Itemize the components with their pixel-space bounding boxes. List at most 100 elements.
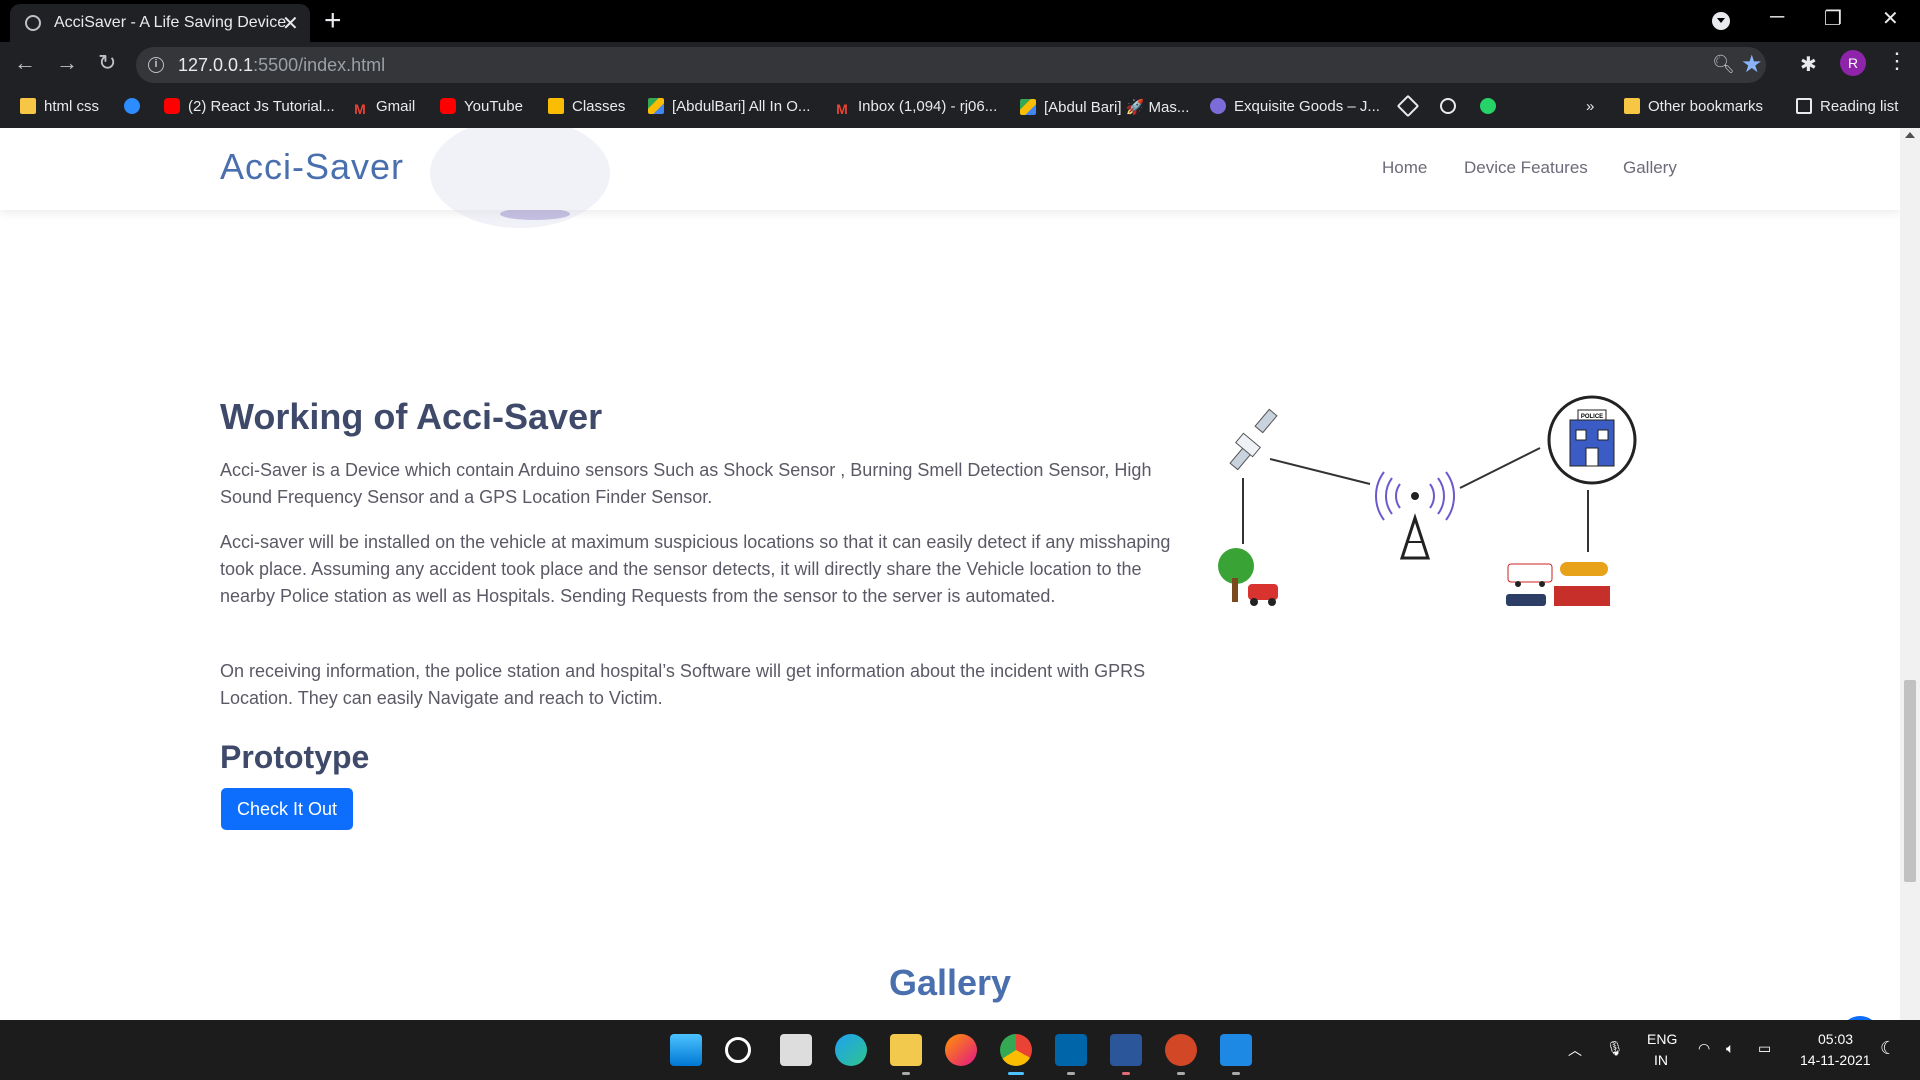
chrome-icon[interactable] bbox=[1000, 1034, 1032, 1066]
page-viewport: Acci-Saver Home Device Features Gallery … bbox=[0, 128, 1900, 1020]
edge-icon[interactable] bbox=[835, 1034, 867, 1066]
address-bar[interactable]: i 127.0.0.1:5500/index.html 🔍︎ ★ bbox=[136, 47, 1766, 83]
bookmarks-overflow-button[interactable]: » bbox=[1586, 98, 1594, 115]
volume-icon[interactable]: 🔈︎ bbox=[1726, 1040, 1734, 1057]
folder-icon bbox=[1624, 98, 1640, 114]
bookmark-item[interactable]: M Gmail bbox=[352, 98, 415, 117]
tray-chevron-icon[interactable]: ︿ bbox=[1568, 1040, 1582, 1060]
running-indicator bbox=[902, 1072, 910, 1075]
hero-decoration bbox=[430, 128, 610, 228]
taskbar: ︿ 🎙︎ ENG IN ◠ 🔈︎ ▭ 05:03 14-11-2021 ☾ bbox=[0, 1020, 1920, 1080]
reading-list[interactable]: Reading list bbox=[1796, 98, 1898, 115]
browser-toolbar: ← → ↻ i 127.0.0.1:5500/index.html 🔍︎ ★ ✱… bbox=[0, 42, 1920, 88]
nav-home[interactable]: Home bbox=[1382, 158, 1427, 178]
zoom-icon[interactable]: 🔍︎ bbox=[1712, 54, 1735, 75]
browser-menu-icon[interactable]: ⋮ bbox=[1886, 48, 1908, 74]
browser-tab[interactable]: AcciSaver - A Life Saving Device ✕ bbox=[10, 4, 310, 42]
bookmark-item[interactable]: Exquisite Goods – J... bbox=[1210, 98, 1380, 115]
other-bookmarks[interactable]: Other bookmarks bbox=[1624, 98, 1763, 115]
active-indicator bbox=[1008, 1072, 1024, 1075]
bookmark-item[interactable] bbox=[124, 98, 148, 115]
file-explorer-icon[interactable] bbox=[890, 1034, 922, 1066]
notifications-icon[interactable]: ☾ bbox=[1880, 1038, 1896, 1059]
bookmark-item[interactable]: YouTube bbox=[440, 98, 523, 115]
accident-scene-icon bbox=[1218, 548, 1278, 606]
bookmarks-bar: html css (2) React Js Tutorial... M Gmail… bbox=[0, 88, 1920, 128]
bookmark-item[interactable] bbox=[1396, 94, 1424, 118]
scroll-thumb[interactable] bbox=[1904, 680, 1916, 882]
bookmark-star-icon[interactable]: ★ bbox=[1741, 50, 1763, 79]
powerpoint-icon[interactable] bbox=[1165, 1034, 1197, 1066]
youtube-icon bbox=[440, 98, 456, 114]
scroll-up-icon[interactable] bbox=[1905, 132, 1915, 138]
wifi-icon[interactable]: ◠ bbox=[1698, 1040, 1710, 1057]
brain-icon bbox=[1210, 98, 1226, 114]
section-title: Working of Acci-Saver bbox=[220, 396, 603, 437]
nav-gallery[interactable]: Gallery bbox=[1623, 158, 1677, 178]
firefox-icon[interactable] bbox=[945, 1034, 977, 1066]
window-close-icon[interactable]: ✕ bbox=[1882, 6, 1899, 31]
diamond-icon bbox=[1396, 94, 1420, 118]
tab-title: AcciSaver - A Life Saving Device bbox=[54, 14, 287, 31]
reading-list-icon bbox=[1796, 98, 1812, 114]
drive-icon bbox=[648, 98, 664, 114]
cloud-icon bbox=[1440, 98, 1456, 114]
search-icon[interactable] bbox=[725, 1037, 751, 1063]
bookmark-item[interactable]: [Abdul Bari] 🚀 Mas... bbox=[1020, 98, 1189, 116]
site-navbar: Acci-Saver Home Device Features Gallery bbox=[0, 128, 1900, 228]
photos-icon[interactable] bbox=[1220, 1034, 1252, 1066]
code-icon bbox=[124, 98, 140, 114]
bookmark-item[interactable]: html css bbox=[20, 98, 99, 115]
profile-avatar[interactable]: R bbox=[1840, 50, 1866, 76]
nav-device-features[interactable]: Device Features bbox=[1464, 158, 1588, 178]
gallery-title: Gallery bbox=[888, 962, 1012, 1003]
prototype-title: Prototype bbox=[220, 739, 370, 775]
running-indicator bbox=[1232, 1072, 1240, 1075]
police-label: POLICE bbox=[1581, 414, 1603, 420]
new-tab-button[interactable]: + bbox=[324, 4, 342, 38]
drive-icon bbox=[1020, 99, 1036, 115]
extensions-icon[interactable]: ✱ bbox=[1800, 52, 1817, 77]
close-tab-icon[interactable]: ✕ bbox=[282, 11, 299, 36]
site-brand[interactable]: Acci-Saver bbox=[220, 146, 404, 188]
paragraph: Acci-Saver is a Device which contain Ard… bbox=[220, 460, 1152, 507]
reload-icon[interactable]: ↻ bbox=[98, 50, 116, 76]
page-scrollbar[interactable] bbox=[1900, 128, 1920, 1020]
bookmark-item[interactable] bbox=[1480, 98, 1504, 115]
folder-icon bbox=[20, 98, 36, 114]
bookmark-item[interactable]: M Inbox (1,094) - rj06... bbox=[834, 98, 997, 117]
paragraph: Acci-saver will be installed on the vehi… bbox=[220, 532, 1171, 606]
tab-search-icon[interactable] bbox=[1712, 12, 1730, 30]
check-it-out-button[interactable]: Check It Out bbox=[221, 788, 353, 830]
globe-icon bbox=[25, 15, 41, 31]
bookmark-item[interactable]: [AbdulBari] All In O... bbox=[648, 98, 810, 115]
info-icon[interactable]: i bbox=[148, 57, 164, 73]
clock-time[interactable]: 05:03 bbox=[1818, 1031, 1853, 1047]
bookmark-item[interactable]: (2) React Js Tutorial... bbox=[164, 98, 335, 115]
minimize-icon[interactable]: ─ bbox=[1770, 6, 1784, 29]
language-bottom[interactable]: IN bbox=[1654, 1052, 1668, 1068]
back-icon[interactable]: ← bbox=[14, 50, 36, 76]
satellite-icon bbox=[1229, 408, 1278, 471]
bookmark-item[interactable]: Classes bbox=[548, 98, 625, 115]
url-text[interactable]: 127.0.0.1:5500/index.html bbox=[178, 55, 385, 76]
forward-icon[interactable]: → bbox=[56, 50, 78, 76]
classroom-icon bbox=[548, 98, 564, 114]
battery-icon[interactable]: ▭ bbox=[1758, 1040, 1771, 1057]
emergency-vehicles-icon bbox=[1506, 562, 1610, 606]
bookmark-item[interactable] bbox=[1440, 98, 1464, 115]
language-top[interactable]: ENG bbox=[1647, 1031, 1677, 1047]
clock-date[interactable]: 14-11-2021 bbox=[1800, 1052, 1871, 1068]
running-indicator bbox=[1177, 1072, 1185, 1075]
radio-tower-icon bbox=[1375, 471, 1455, 560]
gmail-icon: M bbox=[836, 101, 848, 117]
restore-icon[interactable]: ❐ bbox=[1824, 6, 1842, 31]
word-icon[interactable] bbox=[1110, 1034, 1142, 1066]
whatsapp-icon bbox=[1480, 98, 1496, 114]
microphone-icon[interactable]: 🎙︎ bbox=[1606, 1040, 1624, 1057]
running-indicator bbox=[1122, 1072, 1130, 1075]
vscode-icon[interactable] bbox=[1055, 1034, 1087, 1066]
task-view-icon[interactable] bbox=[780, 1034, 812, 1066]
start-icon[interactable] bbox=[670, 1034, 702, 1066]
browser-tab-strip: AcciSaver - A Life Saving Device ✕ + ─ ❐… bbox=[0, 0, 1920, 42]
